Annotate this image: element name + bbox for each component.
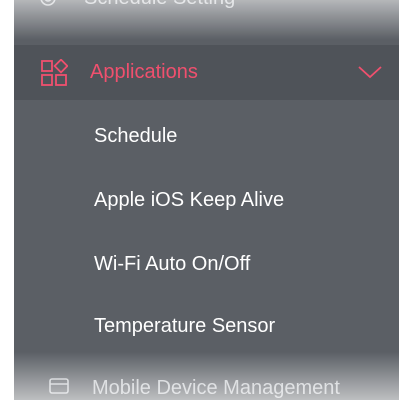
sidebar-item-label: Applications xyxy=(90,61,198,83)
sidebar-item-mobile-device-management[interactable]: Mobile Device Management xyxy=(14,368,399,400)
submenu-item-apple-ios-keep-alive[interactable]: Apple iOS Keep Alive xyxy=(14,180,399,220)
gear-icon xyxy=(36,0,60,10)
submenu-item-label: Apple iOS Keep Alive xyxy=(94,188,285,211)
submenu-item-wifi-auto-on-off[interactable]: Wi-Fi Auto On/Off xyxy=(14,244,399,284)
sidebar-item-schedule-setting[interactable]: Schedule Setting xyxy=(14,0,399,18)
submenu-item-schedule[interactable]: Schedule xyxy=(14,116,399,156)
sidebar-item-label: Schedule Setting xyxy=(84,0,235,10)
chevron-down-icon[interactable] xyxy=(357,62,383,82)
submenu-item-label: Temperature Sensor xyxy=(94,314,276,337)
device-icon xyxy=(48,377,70,399)
sidebar-item-label: Mobile Device Management xyxy=(92,376,340,399)
sidebar-item-applications[interactable]: Applications xyxy=(14,45,399,100)
submenu-item-label: Schedule xyxy=(94,124,178,147)
applications-grid-icon xyxy=(40,58,68,87)
sidebar-menu: Schedule Setting Applications Schedule A… xyxy=(14,0,399,400)
submenu-item-label: Wi-Fi Auto On/Off xyxy=(94,252,251,275)
submenu-item-temperature-sensor[interactable]: Temperature Sensor xyxy=(14,306,399,346)
